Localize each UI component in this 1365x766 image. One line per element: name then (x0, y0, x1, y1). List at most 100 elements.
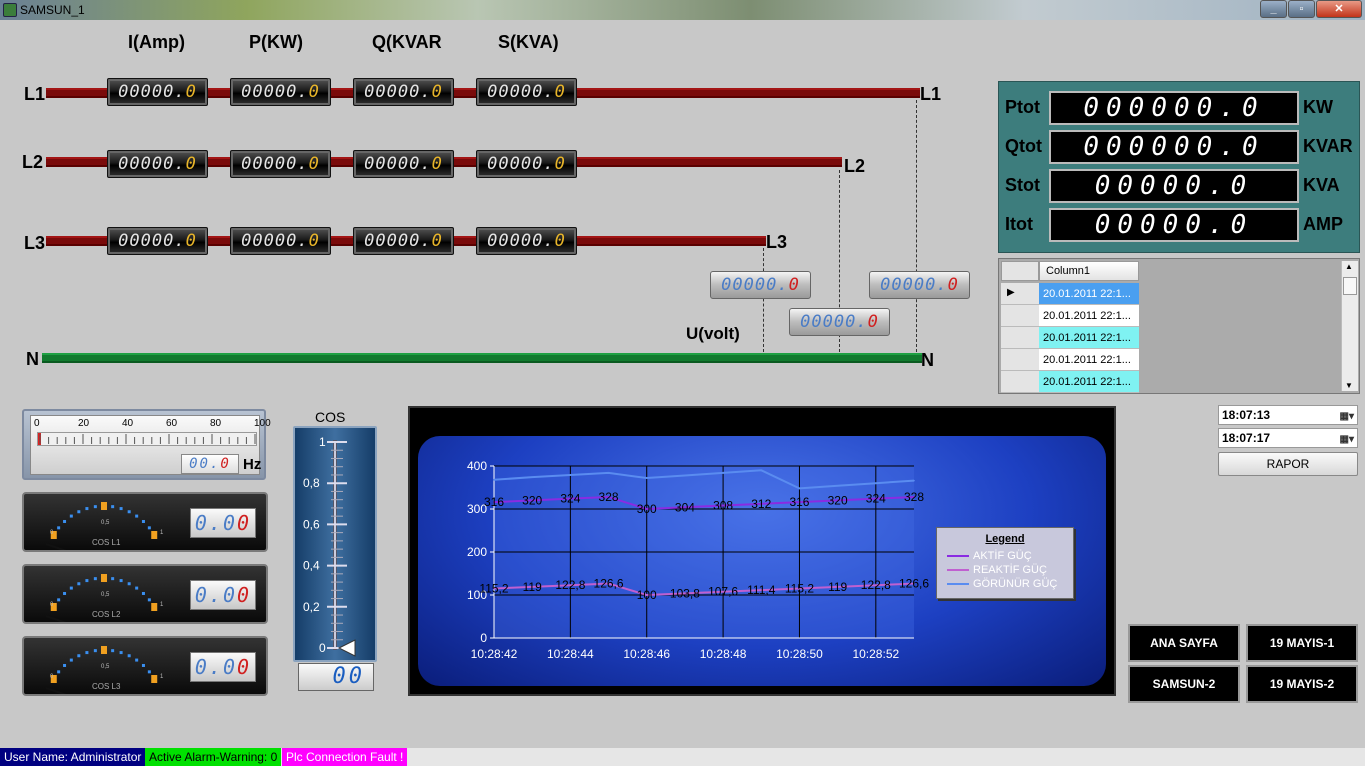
l3-current-display: 00000.0 (107, 227, 208, 255)
grid-scroll-thumb[interactable] (1343, 277, 1357, 295)
cos-slider-scale: 1 0,8 0,6 0,4 0,2 0 (303, 435, 356, 657)
chart-data-label: 320 (828, 493, 848, 507)
grid-row[interactable]: 20.01.2011 22:1... (1039, 283, 1139, 305)
cos-meter-value: 0.00 (190, 508, 256, 538)
grid-row[interactable]: 20.01.2011 22:1... (1039, 305, 1139, 327)
qtot-unit: KVAR (1303, 136, 1353, 156)
grid-scrollbar[interactable]: ▲ ▼ (1341, 261, 1358, 391)
cos-minor-tick (69, 586, 73, 590)
grid-row-header[interactable]: ▶ (1001, 283, 1039, 305)
legend-label: REAKTİF GÜÇ (973, 564, 1047, 576)
mayis1-button[interactable]: 19 MAYIS-1 (1246, 624, 1358, 662)
chart-data-label: 126,6 (899, 577, 929, 591)
label-l2-left: L2 (22, 152, 44, 172)
cos-minor-tick (57, 598, 61, 602)
samsun2-button[interactable]: SAMSUN-2 (1128, 665, 1240, 703)
grid-row-header[interactable] (1001, 305, 1039, 327)
l3-apparent-display: 00000.0 (476, 227, 577, 255)
l2-current-display: 00000.0 (107, 150, 208, 178)
voltage-l3-display: 00000.0 (710, 271, 811, 299)
status-plc: Plc Connection Fault ! (282, 748, 408, 766)
frequency-meter-face: 0 20 40 60 80 100 00.0 Hz (30, 415, 271, 475)
cos-scale-label: 0,5 (101, 592, 110, 598)
frequency-tick-label: 60 (166, 418, 178, 429)
frequency-scale (39, 434, 256, 444)
cos-meter-value: 0.00 (190, 652, 256, 682)
chart-data-label: 328 (904, 490, 924, 504)
grid-row[interactable]: 20.01.2011 22:1... (1039, 327, 1139, 349)
grid-row[interactable]: 20.01.2011 22:1... (1039, 371, 1139, 393)
chart-data-label: 107,6 (708, 585, 738, 599)
chart-data-point (569, 474, 572, 476)
legend-label: GÖRÜNÜR GÜÇ (973, 578, 1058, 590)
label-n-right: N (921, 350, 934, 370)
cos-scale-label: 1 (160, 602, 164, 608)
scroll-down-icon[interactable]: ▼ (1345, 381, 1353, 390)
cos-digital-display: 00 (298, 663, 374, 691)
grid-row-header[interactable] (1001, 327, 1039, 349)
legend-label: AKTİF GÜÇ (973, 550, 1032, 562)
cos-title: COS (315, 409, 346, 425)
cos-minor-tick (141, 663, 145, 667)
cos-minor-tick (111, 505, 115, 509)
cos-slider-label: 0,2 (303, 600, 320, 614)
close-button[interactable]: ✕ (1316, 0, 1362, 18)
cos-minor-tick (111, 577, 115, 581)
connector-l3 (763, 248, 764, 352)
legend-swatch (947, 583, 969, 586)
grid-row-header[interactable] (1001, 349, 1039, 371)
cos-minor-tick (147, 598, 151, 602)
report-button[interactable]: RAPOR (1218, 452, 1358, 476)
chart-data-point (836, 484, 839, 487)
totals-row-q: Qtot 000000.0 KVAR (1003, 130, 1357, 164)
ptot-label: Ptot (1005, 97, 1040, 117)
frequency-tick-label: 20 (78, 418, 90, 429)
row-selected-icon: ▶ (1007, 287, 1015, 298)
cos-minor-tick (111, 649, 115, 653)
cos-slider-handle[interactable] (337, 639, 356, 657)
frequency-tick-label: 80 (210, 418, 222, 429)
cos-minor-tick (63, 591, 67, 595)
close-icon: ✕ (1334, 3, 1344, 15)
label-l1-left: L1 (24, 84, 46, 104)
maximize-button[interactable]: ▫ (1288, 0, 1315, 18)
grid-column-header[interactable]: Column1 (1039, 261, 1139, 281)
cos-slider[interactable]: 1 0,8 0,6 0,4 0,2 0 (293, 426, 377, 662)
totals-row-i: Itot 00000.0 AMP (1003, 208, 1357, 242)
status-bar: User Name: Administrator Active Alarm-Wa… (0, 748, 1365, 766)
voltage-l2-display: 00000.0 (789, 308, 890, 336)
scroll-up-icon[interactable]: ▲ (1345, 262, 1353, 271)
l2-reactive-display: 00000.0 (353, 150, 454, 178)
cos-minor-tick (141, 519, 145, 523)
home-button[interactable]: ANA SAYFA (1128, 624, 1240, 662)
chart-data-point (607, 472, 610, 474)
chart-data-label: 115,2 (785, 581, 814, 595)
cos-slider-label: 0 (319, 641, 326, 655)
end-time-picker[interactable]: 18:07:17 ▦▾ (1218, 428, 1358, 448)
chart-y-tick-label: 0 (480, 631, 487, 645)
minimize-button[interactable]: _ (1260, 0, 1287, 18)
calendar-icon[interactable]: ▦▾ (1330, 431, 1354, 445)
status-user: User Name: Administrator (0, 748, 146, 766)
chart-data-label: 304 (675, 500, 695, 514)
cos-minor-tick (85, 579, 89, 583)
grid-row-header[interactable] (1001, 371, 1039, 393)
grid-corner (1001, 261, 1039, 281)
cos-minor-tick (57, 526, 61, 530)
calendar-icon[interactable]: ▦▾ (1330, 408, 1354, 422)
qtot-label: Qtot (1005, 136, 1042, 156)
start-time-picker[interactable]: 18:07:13 ▦▾ (1218, 405, 1358, 425)
mayis2-button[interactable]: 19 MAYIS-2 (1246, 665, 1358, 703)
cos-minor-tick (69, 514, 73, 518)
cos-major-tick (151, 675, 158, 683)
frequency-tick-label: 100 (254, 418, 271, 429)
cos-minor-tick (141, 591, 145, 595)
cos-scale-label: 0,5 (101, 664, 110, 670)
chart-legend: Legend AKTİF GÜÇ REAKTİF GÜÇ GÖRÜNÜR GÜÇ (936, 527, 1074, 599)
cos-minor-tick (93, 505, 97, 509)
cos-minor-tick (127, 654, 131, 658)
l2-apparent-display: 00000.0 (476, 150, 577, 178)
cos-major-tick (101, 502, 107, 510)
grid-row[interactable]: 20.01.2011 22:1... (1039, 349, 1139, 371)
log-grid[interactable]: Column1 ▶ 20.01.2011 22:1... 20.01.2011 22… (998, 258, 1360, 394)
